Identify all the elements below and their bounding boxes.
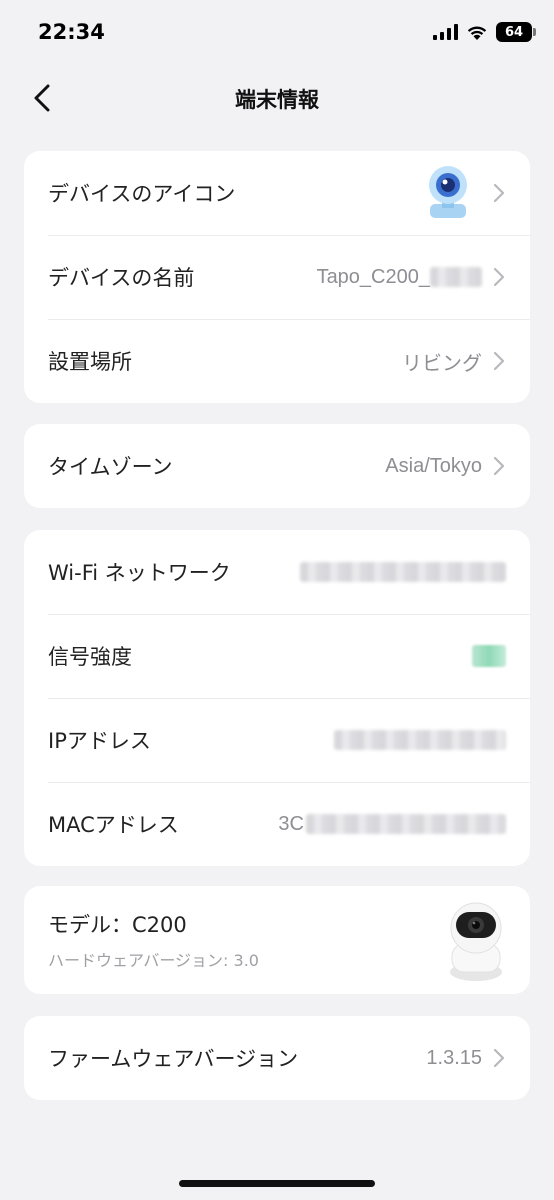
redacted-suffix: [430, 267, 482, 288]
status-bar: 22:34 64: [0, 0, 554, 70]
signal-strength-label: 信号強度: [48, 645, 132, 669]
timezone-card: タイムゾーン Asia/Tokyo: [24, 424, 530, 508]
device-name-label: デバイスの名前: [48, 266, 195, 290]
wifi-network-label: Wi-Fi ネットワーク: [48, 561, 231, 585]
signal-strength-indicator: [472, 645, 506, 667]
firmware-card: ファームウェアバージョン 1.3.15: [24, 1016, 530, 1100]
wifi-network-row: Wi-Fi ネットワーク: [24, 530, 530, 614]
device-name-row[interactable]: デバイスの名前 Tapo_C200_: [24, 235, 530, 319]
timezone-value: Asia/Tokyo: [385, 454, 482, 477]
camera-product-image: [450, 902, 502, 981]
status-icons: 64: [433, 22, 536, 42]
device-settings-card: デバイスのアイコン デバイスの名前 Tapo_C200_ 設置場所 リビング: [24, 151, 530, 403]
chevron-right-icon: [493, 267, 505, 287]
model-info: モデル：C200 ハードウェアバージョン: 3.0: [48, 909, 446, 971]
device-icon-row[interactable]: デバイスのアイコン: [24, 151, 530, 235]
mac-address-value: 3C: [278, 813, 506, 836]
navigation-bar: 端末情報: [0, 70, 554, 126]
chevron-right-icon: [493, 351, 505, 371]
wifi-icon: [467, 26, 487, 40]
timezone-row[interactable]: タイムゾーン Asia/Tokyo: [24, 424, 530, 508]
ip-address-row: IPアドレス: [24, 698, 530, 782]
mac-address-redacted: [306, 814, 506, 835]
device-icon-label: デバイスのアイコン: [48, 182, 236, 206]
network-info-card: Wi-Fi ネットワーク 信号強度 IPアドレス MACアドレス 3C: [24, 530, 530, 866]
home-indicator[interactable]: [179, 1180, 375, 1187]
camera-avatar-icon: [429, 166, 467, 218]
model-card: モデル：C200 ハードウェアバージョン: 3.0: [24, 886, 530, 994]
location-row[interactable]: 設置場所 リビング: [24, 319, 530, 403]
device-name-value: Tapo_C200_: [317, 266, 482, 289]
chevron-right-icon: [493, 456, 505, 476]
model-row: モデル：C200 ハードウェアバージョン: 3.0: [24, 886, 530, 994]
firmware-version-value: 1.3.15: [426, 1046, 482, 1069]
firmware-version-label: ファームウェアバージョン: [48, 1047, 299, 1071]
battery-level: 64: [504, 24, 524, 40]
page-title: 端末情報: [235, 88, 319, 112]
ip-address-label: IPアドレス: [48, 729, 151, 753]
timezone-label: タイムゾーン: [48, 455, 173, 479]
location-label: 設置場所: [48, 350, 132, 374]
model-name: モデル：C200: [48, 913, 187, 937]
hardware-version: ハードウェアバージョン: 3.0: [48, 951, 259, 970]
location-value: リビング: [402, 352, 482, 375]
status-time: 22:34: [38, 20, 105, 44]
mac-address-label: MACアドレス: [48, 813, 179, 837]
cellular-signal-icon: [433, 24, 458, 40]
firmware-version-row[interactable]: ファームウェアバージョン 1.3.15: [24, 1016, 530, 1100]
battery-icon: 64: [496, 22, 536, 42]
device-name-text: Tapo_C200_: [316, 265, 430, 288]
mac-address-row: MACアドレス 3C: [24, 782, 530, 866]
wifi-network-value-redacted: [300, 562, 506, 582]
chevron-right-icon: [493, 1048, 505, 1068]
signal-strength-row: 信号強度: [24, 614, 530, 698]
mac-address-prefix: 3C: [278, 812, 304, 835]
chevron-right-icon: [493, 183, 505, 203]
ip-address-value-redacted: [334, 730, 506, 750]
